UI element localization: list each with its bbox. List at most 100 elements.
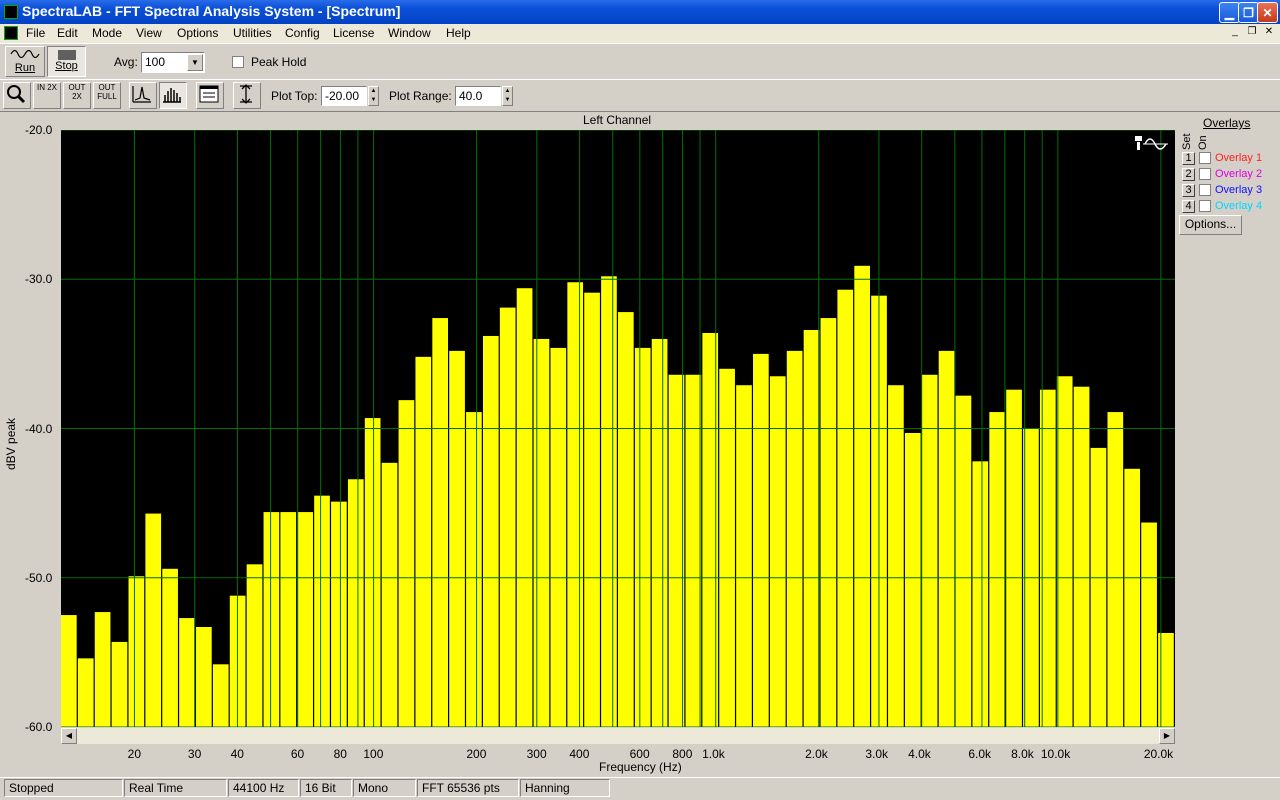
autoscale-button[interactable]: [233, 82, 261, 109]
spectrum-bar: [550, 347, 567, 727]
overlay-set-button-1[interactable]: 1: [1182, 152, 1195, 165]
overlay-set-button-4[interactable]: 4: [1182, 200, 1195, 213]
x-tick-label: 20.0k: [1143, 747, 1174, 761]
spectrum-bar: [533, 338, 550, 727]
run-button[interactable]: Run: [5, 46, 45, 77]
spin-up-icon[interactable]: ▲: [369, 87, 378, 96]
plot-top-spinner[interactable]: ▲ ▼: [368, 86, 379, 106]
status-mode: Real Time: [124, 779, 227, 797]
title-bar: SpectraLAB - FFT Spectral Analysis Syste…: [0, 0, 1280, 24]
maximize-button[interactable]: ❐: [1238, 2, 1259, 23]
overlay-on-checkbox-1[interactable]: [1199, 152, 1211, 164]
zoom-button[interactable]: [3, 82, 31, 109]
plot-range-input[interactable]: 40.0: [455, 86, 501, 106]
bar-plot-button[interactable]: [159, 82, 187, 109]
overlay-on-checkbox-4[interactable]: [1199, 200, 1211, 212]
spectrum-bar: [297, 512, 313, 727]
menu-edit[interactable]: Edit: [57, 26, 78, 40]
spectrum-bar: [1090, 447, 1107, 727]
y-tick-label: -20.0: [25, 123, 53, 137]
zoom-out-2x-button[interactable]: OUT 2X: [63, 82, 91, 109]
stop-button[interactable]: Stop: [47, 46, 86, 77]
spectrum-bar: [499, 307, 516, 727]
plot-range-spinner[interactable]: ▲ ▼: [502, 86, 513, 106]
x-tick-label: 40: [230, 747, 244, 761]
spectrum-bar: [685, 374, 702, 727]
spectrum-bar: [77, 658, 94, 727]
peak-hold-checkbox[interactable]: [232, 56, 244, 68]
spectrum-bar: [601, 276, 617, 727]
display-settings-button[interactable]: [196, 82, 224, 109]
spectrum-bar: [145, 513, 162, 727]
x-tick-label: 200: [466, 747, 487, 761]
zoom-in-label: IN 2X: [36, 83, 57, 92]
scroll-left-icon[interactable]: ◀: [61, 728, 77, 744]
spin-up-icon[interactable]: ▲: [503, 87, 512, 96]
y-tick-label: -30.0: [25, 272, 53, 287]
plot-top-input[interactable]: -20.00: [321, 86, 367, 106]
avg-select[interactable]: 100 ▼: [141, 52, 205, 73]
line-plot-button[interactable]: [129, 82, 157, 109]
close-button[interactable]: ✕: [1257, 2, 1278, 23]
spectrum-bar: [618, 312, 634, 727]
chart-title: Left Channel: [583, 113, 652, 127]
mdi-close-button[interactable]: ✕: [1262, 26, 1276, 39]
x-tick-label: 60: [290, 747, 305, 761]
app-icon[interactable]: [4, 5, 18, 19]
spin-down-icon[interactable]: ▼: [369, 96, 378, 105]
menu-view[interactable]: View: [136, 26, 162, 40]
spectrum-bar: [128, 576, 145, 727]
menu-help[interactable]: Help: [446, 26, 471, 40]
status-channels: Mono: [353, 779, 416, 797]
spectrum-bar: [61, 615, 77, 727]
mdi-minimize-button[interactable]: _: [1228, 26, 1242, 39]
mdi-restore-button[interactable]: ❐: [1245, 26, 1259, 39]
spectrum-bar: [516, 288, 533, 727]
restore-icon: ❐: [1243, 5, 1254, 20]
spectrum-bar: [803, 329, 820, 727]
close-icon: ✕: [1264, 26, 1274, 37]
overlay-on-checkbox-2[interactable]: [1199, 168, 1211, 180]
plot-top-label: Plot Top:: [271, 89, 318, 103]
spectrum-bar: [179, 618, 195, 727]
minimize-button[interactable]: ▁: [1219, 2, 1240, 23]
spectrum-bar: [364, 418, 381, 727]
document-icon[interactable]: [4, 26, 18, 40]
zoom-in-2x-button[interactable]: IN 2X: [33, 82, 61, 109]
menu-options[interactable]: Options: [177, 26, 218, 40]
menu-mode[interactable]: Mode: [92, 26, 122, 40]
overlay-set-button-2[interactable]: 2: [1182, 168, 1195, 181]
sine-wave-icon[interactable]: [1133, 134, 1169, 154]
overlay-options-button[interactable]: Options...: [1179, 215, 1242, 235]
spectrum-bar: [668, 374, 685, 727]
menu-utilities[interactable]: Utilities: [233, 26, 272, 40]
overlay-on-checkbox-3[interactable]: [1199, 184, 1211, 196]
scroll-right-icon[interactable]: ▶: [1159, 728, 1175, 744]
plot-range-label: Plot Range:: [389, 89, 452, 103]
spectrum-bar: [634, 347, 651, 727]
spectrum-plot[interactable]: [61, 130, 1175, 727]
chevron-down-icon[interactable]: ▼: [187, 54, 203, 71]
spectrum-bar: [753, 353, 769, 727]
spectrum-bar: [1073, 386, 1090, 727]
menu-file[interactable]: File: [26, 26, 45, 40]
y-axis-label: dBV peak: [4, 417, 18, 470]
menu-config[interactable]: Config: [285, 26, 320, 40]
menu-window[interactable]: Window: [388, 26, 431, 40]
spectrum-bar: [820, 318, 837, 727]
menu-license[interactable]: License: [333, 26, 374, 40]
spectrum-bar: [94, 612, 111, 727]
spectrum-bar: [415, 356, 432, 727]
spectrum-bar: [584, 292, 600, 727]
line-plot-icon: [132, 86, 151, 103]
zoom-out-full-button[interactable]: OUT FULL: [93, 82, 121, 109]
overlay-label-2: Overlay 2: [1215, 168, 1263, 180]
spin-down-icon[interactable]: ▼: [503, 96, 512, 105]
spectrum-bar: [786, 350, 803, 727]
toolbar-plot: IN 2X OUT 2X OUT FULL Plot Top: -20.00 ▲…: [0, 79, 1280, 111]
overlay-set-button-3[interactable]: 3: [1182, 184, 1195, 197]
y-tick-label: -60.0: [25, 720, 53, 734]
plot-scrollbar[interactable]: ◀ ▶: [61, 728, 1175, 744]
status-fft-size: FFT 65536 pts: [417, 779, 519, 797]
status-bit-depth: 16 Bit: [300, 779, 352, 797]
